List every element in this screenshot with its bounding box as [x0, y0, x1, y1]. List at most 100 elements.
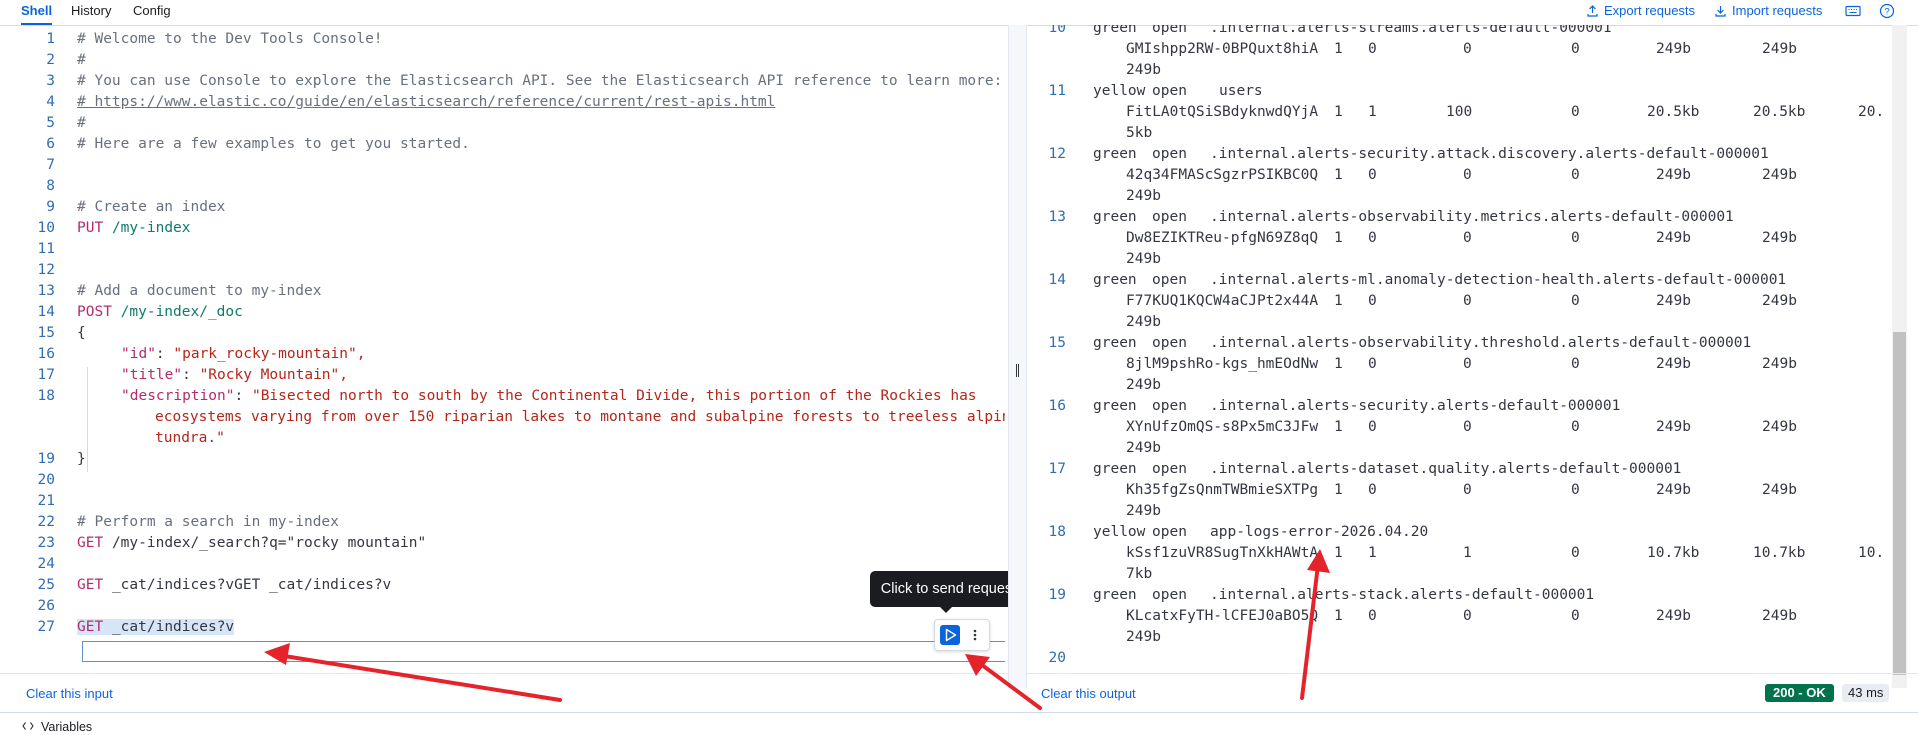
play-icon [945, 628, 957, 642]
index-name: .internal.alerts-security.attack.discove… [1210, 146, 1769, 162]
line-number: 10 [37, 220, 55, 236]
store-size: 249b [1656, 356, 1691, 372]
request-path: _cat/indices?vGET _cat/indices?v [111, 577, 392, 593]
json-value: "Bisected north to south by the Continen… [251, 388, 977, 404]
import-requests-button[interactable]: Import requests [1715, 0, 1822, 22]
json-property: "id": "park_rocky-mountain", [121, 346, 366, 362]
line-number: 20 [37, 472, 55, 488]
json-key: "id" [121, 346, 156, 362]
store-size: 10.7kb [1647, 545, 1700, 561]
dataset-size: 10. [1858, 545, 1885, 561]
health-status: green [1093, 587, 1137, 603]
line-number: 11 [1048, 83, 1066, 99]
code-icon [22, 722, 34, 730]
export-requests-button[interactable]: Export requests [1587, 0, 1695, 22]
index-name: .internal.alerts-stack.alerts-default-00… [1210, 587, 1595, 603]
index-uuid: KLcatxFyTH-lCFEJ0aBO5Q [1126, 608, 1319, 624]
tab-config[interactable]: Config [133, 0, 171, 25]
rep: 1 [1368, 104, 1377, 120]
request-line: POST /my-index/_doc [77, 304, 243, 320]
pri: 1 [1334, 608, 1343, 624]
index-status: open [1152, 524, 1187, 540]
wrapped-value: 249b [1126, 314, 1161, 330]
index-status: open [1152, 83, 1187, 99]
wrapped-value: 249b [1126, 251, 1161, 267]
request-actions [934, 619, 990, 651]
pri: 1 [1334, 482, 1343, 498]
tab-shell[interactable]: Shell [21, 0, 53, 25]
pri-store-size: 249b [1762, 167, 1797, 183]
health-status: yellow [1093, 83, 1146, 99]
line-number: 5 [46, 115, 55, 131]
clear-output-button[interactable]: Clear this output [1041, 686, 1136, 701]
json-value: "park_rocky-mountain", [173, 346, 366, 362]
line-number: 18 [37, 388, 55, 404]
line-number: 15 [1048, 335, 1066, 351]
line-number: 22 [37, 514, 55, 530]
docs-deleted: 0 [1571, 293, 1580, 309]
index-uuid: F77KUQ1KQCW4aCJPt2x44A [1126, 293, 1319, 309]
code-line: # You can use Console to explore the Ela… [77, 73, 1003, 89]
variables-bar[interactable]: Variables [0, 712, 1918, 735]
index-uuid: FitLA0tQSiSBdyknwdQYjA [1126, 104, 1319, 120]
health-status: green [1093, 461, 1137, 477]
request-editor[interactable]: 1 2 3 4 5 6 7 8 9 10 11 12 13 14 15 16 1… [10, 25, 1005, 664]
code-line: { [77, 325, 86, 341]
index-uuid: 8jlM9pshRo-kgs_hmEOdNw [1126, 356, 1319, 372]
response-output[interactable]: 10 green open .internal.alerts-streams.a… [1026, 25, 1892, 664]
top-bar: Shell History Config Export requests Imp… [0, 0, 1918, 26]
index-uuid: XYnUfzOmQS-s8Px5mC3JFw [1126, 419, 1319, 435]
clear-input-button[interactable]: Clear this input [26, 686, 113, 701]
rep: 0 [1368, 419, 1377, 435]
more-vertical-icon[interactable] [968, 625, 982, 645]
line-number: 8 [46, 178, 55, 194]
line-number: 7 [46, 157, 55, 173]
line-number: 19 [37, 451, 55, 467]
index-uuid: kSsf1zuVR8SugTnXkHAWtA [1126, 545, 1319, 561]
line-number: 24 [37, 556, 55, 572]
pane-resizer[interactable] [1008, 25, 1027, 688]
line-number: 25 [37, 577, 55, 593]
rep: 0 [1368, 482, 1377, 498]
reference-link[interactable]: # https://www.elastic.co/guide/en/elasti… [77, 94, 775, 110]
health-status: green [1093, 209, 1137, 225]
help-icon[interactable]: ? [1879, 3, 1895, 19]
wrapped-value: 7kb [1126, 566, 1153, 582]
http-method: GET [77, 619, 104, 635]
drag-handle-icon [1016, 364, 1019, 377]
index-status: open [1152, 461, 1187, 477]
health-status: green [1093, 398, 1137, 414]
line-number: 14 [1048, 272, 1066, 288]
index-status: open [1152, 272, 1187, 288]
line-number: 20 [1048, 650, 1066, 664]
code-line: # Create an index [77, 199, 226, 215]
wrapped-value: 249b [1126, 377, 1161, 393]
pri: 1 [1334, 230, 1343, 246]
export-requests-label: Export requests [1604, 3, 1696, 18]
index-uuid: Kh35fgZsQnmTWBmieSXTPg [1126, 482, 1319, 498]
docs-deleted: 0 [1571, 230, 1580, 246]
keyboard-icon[interactable] [1845, 3, 1861, 19]
index-status: open [1152, 209, 1187, 225]
rep: 0 [1368, 230, 1377, 246]
index-status: open [1152, 335, 1187, 351]
active-request-line[interactable]: GET _cat/indices?v [77, 619, 235, 635]
output-scrollbar[interactable] [1892, 25, 1907, 688]
line-number: 16 [37, 346, 55, 362]
tab-history[interactable]: History [71, 0, 111, 25]
json-property: "description": "Bisected north to south … [121, 388, 977, 404]
code-line: # Here are a few examples to get you sta… [77, 136, 470, 152]
line-number: 27 [37, 619, 55, 635]
wrapped-value: 249b [1126, 62, 1161, 78]
line-number: 15 [37, 325, 55, 341]
rep: 0 [1368, 356, 1377, 372]
request-path: /my-index/_search?q="rocky mountain" [111, 535, 427, 551]
line-number: 4 [46, 94, 55, 110]
store-size: 249b [1656, 608, 1691, 624]
docs-count: 0 [1463, 293, 1472, 309]
send-request-button[interactable] [940, 625, 960, 645]
line-number: 18 [1048, 524, 1066, 540]
wrapped-value: 249b [1126, 440, 1161, 456]
docs-deleted: 0 [1571, 104, 1580, 120]
scrollbar-thumb[interactable] [1893, 332, 1906, 675]
